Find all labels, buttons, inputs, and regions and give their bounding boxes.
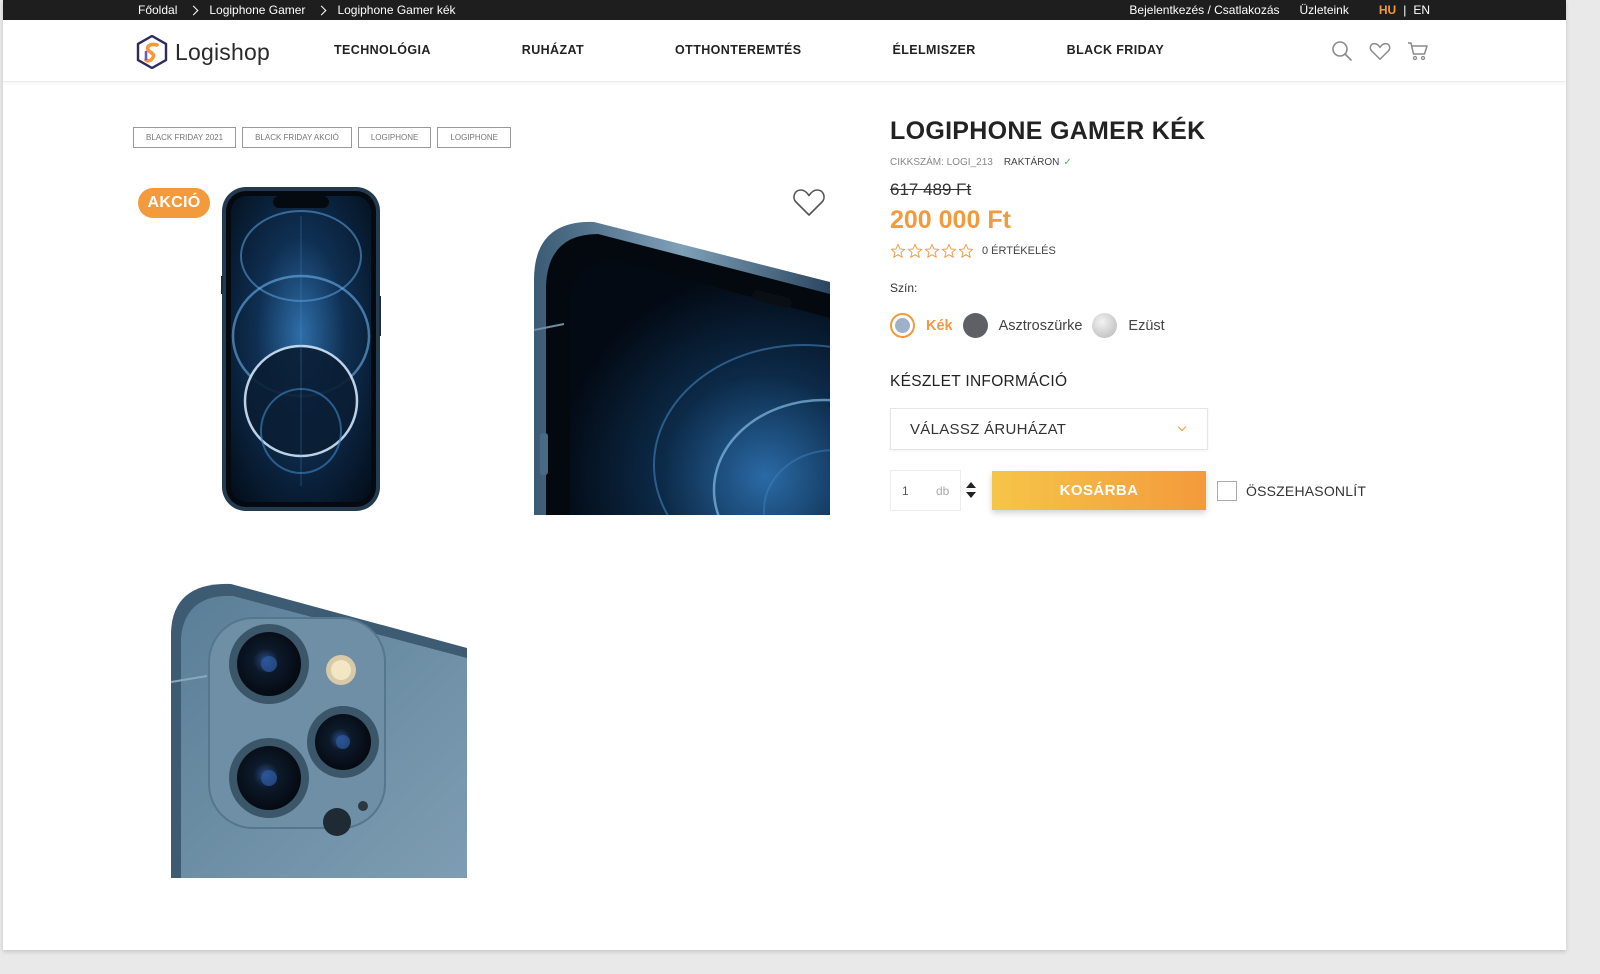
chevron-down-icon [1177,422,1187,432]
color-label-kek: Kék [926,317,953,334]
stock-status: RAKTÁRON [1003,157,1060,168]
add-to-cart-button[interactable]: KOSÁRBA [992,471,1206,510]
color-options: Kék Asztroszürke Ezüst [890,313,1175,338]
nav-item-elelmiszer[interactable]: ÉLELMISZER [892,43,975,57]
tag-black-friday-2021[interactable]: BLACK FRIDAY 2021 [133,127,237,148]
breadcrumb-home[interactable]: Főoldal [138,3,177,17]
tag-black-friday-akcio[interactable]: BLACK FRIDAY AKCIÓ [242,127,352,148]
product-sku: CIKKSZÁM: LOGI_213 [890,157,993,168]
nav-item-otthonteremtes[interactable]: OTTHONTEREMTÉS [675,43,801,57]
breadcrumb-current: Logiphone Gamer kék [337,3,456,17]
stores-link[interactable]: Üzleteink [1300,3,1349,17]
nav-item-ruhazat[interactable]: RUHÁZAT [522,43,584,57]
top-links: Bejelentkezés / Csatlakozás Üzleteink HU… [1109,3,1430,17]
rating-count[interactable]: 0 ÉRTÉKELÉS [982,245,1056,257]
rating: 0 ÉRTÉKELÉS [890,243,1056,259]
page-frame: Főoldal Logiphone Gamer Logiphone Gamer … [3,0,1566,950]
chevron-right-icon [188,5,199,15]
quantity-input[interactable]: 1 db [890,470,961,511]
wishlist-heart-icon[interactable] [792,187,826,217]
top-bar: Főoldal Logiphone Gamer Logiphone Gamer … [3,0,1566,20]
color-label-ezust: Ezüst [1128,317,1165,334]
heart-icon[interactable] [1369,40,1391,62]
color-option-ezust[interactable]: Ezüst [1092,313,1165,338]
star-icon[interactable] [924,243,940,259]
nav-item-black-friday[interactable]: BLACK FRIDAY [1067,43,1164,57]
store-select-value: VÁLASSZ ÁRUHÁZAT [910,421,1067,438]
brand-name: Logishop [175,38,270,65]
search-icon[interactable] [1331,40,1353,62]
product-image-camera[interactable] [171,582,467,878]
stock-info-title: KÉSZLET INFORMÁCIÓ [890,373,1068,390]
login-link[interactable]: Bejelentkezés / Csatlakozás [1129,3,1279,17]
breadcrumb-category[interactable]: Logiphone Gamer [209,3,305,17]
color-swatch-asztroszurke[interactable] [962,313,988,338]
quantity-unit: db [936,484,950,498]
quantity-stepper-icon[interactable] [966,482,976,498]
lang-en[interactable]: EN [1413,3,1430,17]
star-icon[interactable] [890,243,906,259]
color-option-kek[interactable]: Kék [890,313,953,338]
color-swatch-kek[interactable] [890,313,915,338]
color-swatch-ezust[interactable] [1092,313,1118,338]
language-switch: HU | EN [1379,3,1430,17]
product-meta: CIKKSZÁM: LOGI_213 RAKTÁRON ✓ [890,157,1072,168]
lang-separator: | [1403,3,1407,17]
color-label-asztroszurke: Asztroszürke [998,317,1083,334]
site-header: Logishop TECHNOLÓGIA RUHÁZAT OTTHONTEREM… [3,20,1566,82]
product-title: LOGIPHONE GAMER KÉK [890,117,1206,145]
sale-badge: AKCIÓ [138,188,210,218]
main-nav: TECHNOLÓGIA RUHÁZAT OTTHONTEREMTÉS ÉLELM… [334,43,1164,57]
product-image-side[interactable] [534,220,830,515]
star-icon[interactable] [907,243,923,259]
check-icon: ✓ [1063,157,1072,168]
compare-checkbox-box[interactable] [1217,481,1237,501]
nav-item-technologia[interactable]: TECHNOLÓGIA [334,43,431,57]
store-select[interactable]: VÁLASSZ ÁRUHÁZAT [890,408,1208,450]
tag-logiphone-2[interactable]: LOGIPHONE [437,127,511,148]
rating-stars[interactable] [890,243,974,259]
quantity-value: 1 [902,484,909,498]
header-icons [1331,40,1429,62]
color-option-asztroszurke[interactable]: Asztroszürke [962,313,1083,338]
compare-checkbox[interactable]: ÖSSZEHASONLÍT [1217,481,1366,501]
star-icon[interactable] [941,243,957,259]
cart-icon[interactable] [1407,40,1429,62]
star-icon[interactable] [958,243,974,259]
sale-price: 200 000 Ft [890,206,1011,234]
product-tags: BLACK FRIDAY 2021 BLACK FRIDAY AKCIÓ LOG… [133,127,511,148]
chevron-right-icon [316,5,327,15]
breadcrumb: Főoldal Logiphone Gamer Logiphone Gamer … [138,3,456,17]
old-price: 617 489 Ft [890,180,972,199]
compare-label: ÖSSZEHASONLÍT [1246,483,1367,499]
logo-mark-icon [136,35,168,69]
tag-logiphone[interactable]: LOGIPHONE [357,127,432,148]
lang-hu[interactable]: HU [1379,3,1396,17]
product-image-front[interactable] [221,186,381,512]
logo[interactable]: Logishop [136,35,270,69]
color-label: Szín: [890,281,918,295]
